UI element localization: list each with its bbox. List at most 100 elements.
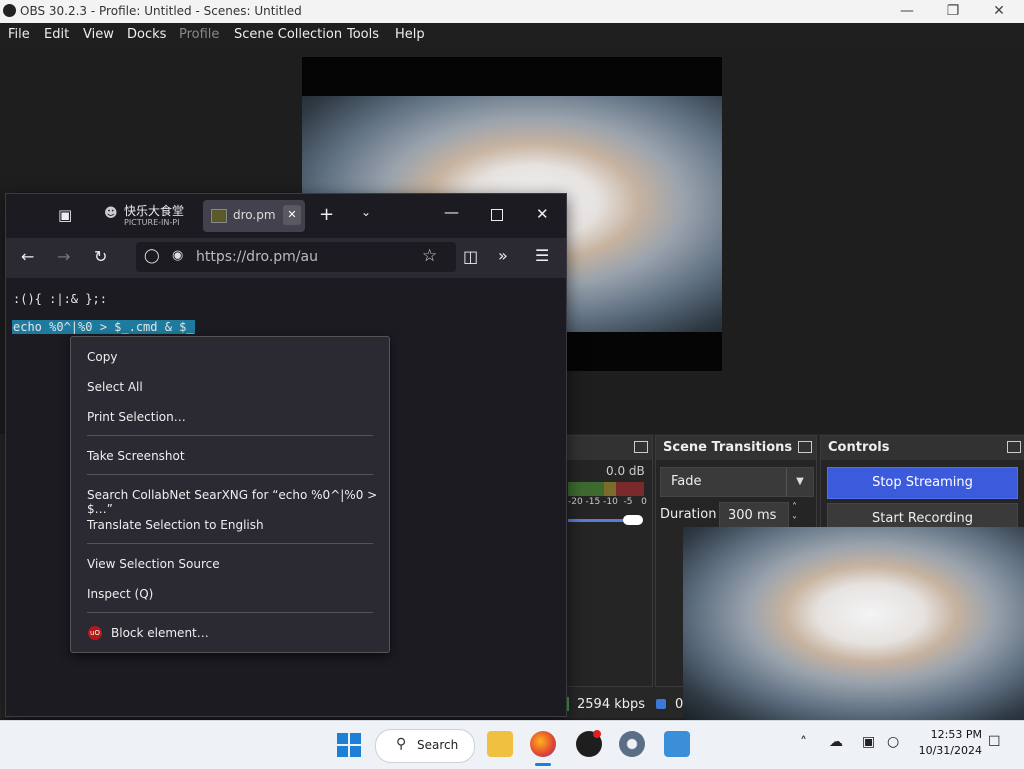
active-app-indicator (535, 763, 551, 766)
menu-file[interactable]: File (8, 27, 30, 42)
shield-icon[interactable]: ◯ (144, 248, 160, 264)
menu-edit[interactable]: Edit (44, 27, 69, 42)
close-icon[interactable]: ✕ (536, 205, 549, 223)
firefox-icon[interactable] (530, 731, 556, 757)
tab-close-icon[interactable]: ✕ (283, 205, 301, 225)
duration-stepper[interactable]: ˄ ˅ (792, 501, 797, 529)
reload-icon[interactable]: ↻ (94, 247, 107, 266)
menu-separator (87, 435, 373, 436)
dock-header (567, 436, 652, 460)
cloud-off-icon[interactable]: ☁ (829, 734, 843, 750)
menu-hamburger-icon[interactable]: ☰ (535, 246, 549, 265)
taskbar-search-label: Search (417, 738, 459, 752)
context-block-element[interactable]: Block element… (111, 626, 209, 640)
clock-date: 10/31/2024 (918, 744, 982, 757)
lock-icon[interactable]: ◉ (172, 248, 183, 263)
picture-in-picture-video[interactable] (683, 527, 1024, 720)
overflow-chevrons-icon[interactable]: » (498, 246, 508, 265)
mixer-tick-labels: -20 -15 -10 -5 0 (568, 497, 647, 507)
system-clock[interactable]: 12:53 PM 10/31/2024 (918, 727, 982, 759)
menu-help[interactable]: Help (395, 27, 425, 42)
cat-face-icon: ☻ (104, 206, 118, 221)
file-explorer-icon[interactable] (487, 731, 513, 757)
obs-title-bar: OBS 30.2.3 - Profile: Untitled - Scenes:… (0, 0, 1024, 23)
volume-meter-yellow (604, 482, 616, 496)
context-menu: Copy Select All Print Selection… Take Sc… (70, 336, 390, 653)
transition-select[interactable]: Fade ▼ (660, 467, 814, 497)
context-copy[interactable]: Copy (87, 350, 117, 364)
tab-pip[interactable]: ☻ 快乐大食堂 PICTURE-IN-PI (98, 200, 204, 232)
tab-dro-pm[interactable]: dro.pm ✕ (203, 200, 305, 232)
context-view-selection-source[interactable]: View Selection Source (87, 557, 220, 571)
minimize-icon[interactable]: — (444, 203, 459, 221)
taskbar-search[interactable]: ⚲ Search (375, 729, 475, 763)
context-print-selection[interactable]: Print Selection… (87, 410, 186, 424)
duration-value: 300 ms (728, 508, 777, 523)
search-icon: ⚲ (396, 736, 407, 752)
dock-float-icon[interactable] (1007, 441, 1021, 453)
menu-tools[interactable]: Tools (347, 27, 379, 42)
stop-streaming-button[interactable]: Stop Streaming (827, 467, 1018, 499)
obs-logo-icon (3, 4, 16, 17)
url-text[interactable]: https://dro.pm/au (196, 249, 318, 265)
menu-separator (87, 612, 373, 613)
context-inspect[interactable]: Inspect (Q) (87, 587, 153, 601)
dock-float-icon[interactable] (798, 441, 812, 453)
chevron-up-icon[interactable]: ˄ (800, 735, 807, 751)
duration-spinbox[interactable]: 300 ms (719, 502, 789, 530)
context-search-selection[interactable]: Search CollabNet SearXNG for “echo %0^|%… (87, 488, 389, 516)
mixer-db-label: 0.0 dB (606, 464, 645, 478)
transition-selected-value: Fade (671, 474, 702, 489)
network-icon (656, 699, 666, 709)
menu-separator (87, 543, 373, 544)
dock-header: Controls (821, 436, 1024, 460)
context-select-all[interactable]: Select All (87, 380, 143, 394)
volume-slider-handle[interactable] (623, 515, 643, 525)
tab-pip-title: 快乐大食堂 (124, 204, 185, 218)
ublock-origin-icon: uO (88, 626, 102, 640)
settings-gear-icon[interactable] (619, 731, 645, 757)
duration-label: Duration (660, 507, 717, 522)
extensions-icon[interactable]: ◫ (463, 247, 478, 266)
selected-text: echo %0^|%0 > $_.cmd & $_ (12, 320, 195, 334)
maximize-icon[interactable]: ❐ (930, 0, 976, 23)
menu-separator (87, 474, 373, 475)
navigation-bar: ← → ↻ ◯ ◉ https://dro.pm/au ☆ ◫ » ☰ (6, 238, 566, 278)
menu-scene-collection[interactable]: Scene Collection (234, 27, 342, 42)
tab-list-chevron-icon[interactable]: ⌄ (361, 205, 371, 219)
controls-title: Controls (828, 440, 890, 455)
tab-strip: ▣ ☻ 快乐大食堂 PICTURE-IN-PI dro.pm ✕ + ⌄ — ✕ (6, 194, 566, 238)
context-take-screenshot[interactable]: Take Screenshot (87, 449, 185, 463)
tab-pip-subtitle: PICTURE-IN-PI (124, 218, 180, 227)
page-favicon-icon (211, 209, 227, 223)
new-tab-icon[interactable]: + (319, 204, 334, 225)
notepad-icon[interactable] (664, 731, 690, 757)
volume-meter-red (616, 482, 644, 496)
bookmark-star-icon[interactable]: ☆ (422, 246, 437, 266)
audio-muted-icon[interactable]: ○ (887, 734, 899, 750)
tab-overview-icon[interactable]: ▣ (58, 206, 72, 224)
back-icon[interactable]: ← (21, 247, 34, 266)
obs-status-bar: 2594 kbps 0 (566, 693, 686, 717)
context-translate-selection[interactable]: Translate Selection to English (87, 518, 264, 532)
forward-icon[interactable]: → (57, 247, 70, 266)
scene-transitions-title: Scene Transitions (663, 440, 793, 455)
display-icon[interactable]: ▣ (862, 734, 875, 750)
bitrate-label: 2594 kbps (577, 697, 646, 712)
menu-view[interactable]: View (83, 27, 114, 42)
maximize-icon[interactable] (491, 209, 503, 221)
chevron-down-icon[interactable]: ▼ (786, 468, 813, 496)
dock-float-icon[interactable] (634, 441, 648, 453)
url-bar[interactable]: ◯ ◉ https://dro.pm/au ☆ (136, 242, 456, 272)
menu-docks[interactable]: Docks (127, 27, 166, 42)
clock-time: 12:53 PM (930, 728, 982, 741)
notification-bell-icon[interactable]: ☐ (988, 734, 1001, 750)
menu-profile[interactable]: Profile (179, 27, 219, 42)
content-line-1: :(){ :|:& };: (13, 292, 107, 306)
minimize-icon[interactable]: — (884, 0, 930, 23)
close-icon[interactable]: ✕ (976, 0, 1022, 23)
recording-badge (593, 730, 601, 738)
windows-taskbar: ⚲ Search ˄ ☁ ▣ ○ 12:53 PM 10/31/2024 ☐ (0, 720, 1024, 769)
volume-meter-green (568, 482, 604, 496)
windows-start-icon[interactable] (337, 733, 361, 757)
